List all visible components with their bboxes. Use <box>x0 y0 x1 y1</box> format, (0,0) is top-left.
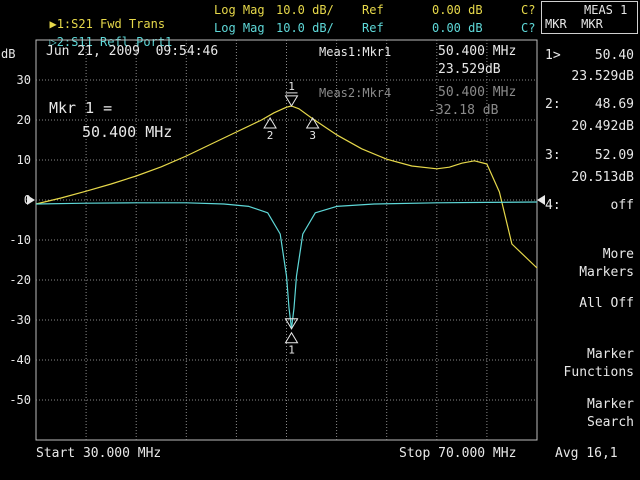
marker1-value: 23.529dB <box>571 69 634 84</box>
more-markers-softkey[interactable]: More Markers <box>541 244 640 284</box>
meas1-value: 23.529dB <box>438 62 501 77</box>
marker-search-softkey[interactable]: Marker Search <box>541 394 640 434</box>
all-off-softkey[interactable]: All Off <box>541 293 640 317</box>
marker-functions-label-2: Functions <box>563 365 634 380</box>
start-frequency[interactable]: Start 30.000 MHz <box>36 447 161 461</box>
stop-frequency[interactable]: Stop 70.000 MHz <box>399 447 516 461</box>
active-marker-line1: Mkr 1 = <box>49 99 113 117</box>
y-tick-label: 20 <box>17 113 31 127</box>
marker-2-s21[interactable]: 2 <box>263 117 277 142</box>
y-unit-label: dB <box>1 47 15 61</box>
marker3-freq[interactable]: 52.09 <box>595 148 634 164</box>
marker2-freq[interactable]: 48.69 <box>595 97 634 113</box>
meas2-label: Meas2:Mkr4 <box>319 86 392 100</box>
marker-triangle-up-icon <box>305 116 320 129</box>
marker3-label: 3: <box>545 148 561 163</box>
all-off-label: All Off <box>579 296 634 311</box>
menu-title-box: MEAS 1 MKR MKR <box>541 1 638 34</box>
menu-title-line2: MKR MKR <box>545 17 603 31</box>
marker-functions-softkey[interactable]: Marker Functions <box>541 344 640 384</box>
marker-number: 2 <box>267 129 274 142</box>
y-tick-label: -50 <box>9 393 31 407</box>
marker-functions-label-1: Marker <box>587 347 634 362</box>
meas2-value: -32.18 dB <box>428 103 499 118</box>
marker2-value: 20.492dB <box>571 119 634 134</box>
y-tick-label: -40 <box>9 353 31 367</box>
meas2-freq: 50.400 MHz <box>438 85 517 100</box>
more-markers-label-1: More <box>602 247 634 262</box>
marker1-freq[interactable]: 50.40 <box>595 48 634 64</box>
timestamp: Jun 21, 2009 09:54:46 <box>46 44 219 59</box>
marker-1-s21[interactable]: 1 <box>284 80 299 107</box>
menu-title-line1: MEAS 1 <box>584 3 628 17</box>
marker-triangle-down-icon <box>284 95 299 107</box>
averaging-status: Avg 16,1 <box>555 446 618 461</box>
y-tick-label: -10 <box>9 233 31 247</box>
marker4-freq[interactable]: off <box>611 198 634 214</box>
marker-symbols: 1 2 3 1 <box>263 80 320 357</box>
meas1-freq: 50.400 MHz <box>438 44 517 59</box>
y-tick-label: 30 <box>17 73 31 87</box>
marker3-value: 20.513dB <box>571 170 634 185</box>
y-tick-label: -30 <box>9 313 31 327</box>
marker-triangle-up-icon <box>284 331 299 344</box>
marker1-label: 1> <box>545 48 561 63</box>
marker4-label: 4: <box>545 198 561 213</box>
y-tick-label: 10 <box>17 153 31 167</box>
marker-search-label-1: Marker <box>587 397 634 412</box>
active-marker-line2: 50.400 MHz <box>82 123 173 141</box>
marker-number: 1 <box>288 80 295 93</box>
meas1-label: Meas1:Mkr1 <box>319 45 392 59</box>
marker2-label: 2: <box>545 97 561 112</box>
marker-number: 1 <box>288 344 295 357</box>
more-markers-label-2: Markers <box>579 265 634 280</box>
reference-level-arrow-icon <box>27 195 35 205</box>
marker-number: 3 <box>309 129 316 142</box>
y-tick-labels: 3020100-10-20-30-40-50 <box>9 73 31 407</box>
marker-search-label-2: Search <box>587 415 634 430</box>
reference-level-arrow-right-icon <box>537 195 545 205</box>
y-tick-label: -20 <box>9 273 31 287</box>
